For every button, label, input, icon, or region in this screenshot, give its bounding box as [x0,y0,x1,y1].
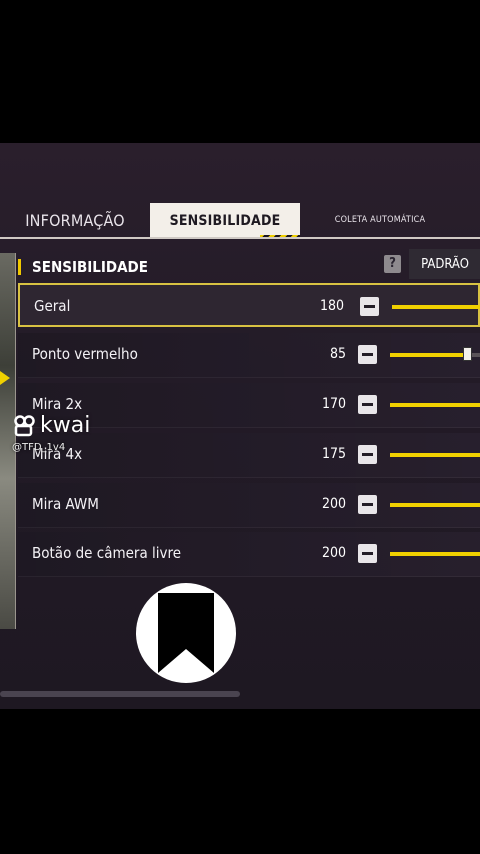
decrease-button[interactable] [360,297,379,316]
decrease-button[interactable] [358,544,377,563]
horizontal-scrollbar[interactable] [0,691,240,697]
section-header: SENSIBILIDADE ? PADRÃO [18,249,480,281]
help-icon[interactable]: ? [384,255,401,273]
row-label: Geral [34,297,71,315]
row-value: 85 [329,346,346,362]
tab-coleta-automatica[interactable]: COLETA AUTOMÁTICA [310,203,450,237]
row-value: 200 [321,545,346,561]
row-label: Mira AWM [32,495,99,513]
sensitivity-row-mira-4x[interactable]: Mira 4x 175 [18,433,480,478]
sensitivity-row-ponto-vermelho[interactable]: Ponto vermelho 85 [18,333,480,378]
decrease-button[interactable] [358,445,377,464]
slider-fill [390,552,480,556]
slider-thumb[interactable] [462,347,472,361]
sensitivity-slider[interactable] [392,305,480,309]
sensitivity-slider[interactable] [390,403,480,407]
watermark-handle: @TFD_1v4 [12,442,66,453]
tab-informacao[interactable]: INFORMAÇÃO [0,203,150,237]
section-marker [18,259,21,275]
tab-underline [0,237,480,239]
arrow-icon [0,371,10,385]
watermark-logo: kwai [14,413,90,438]
decrease-button[interactable] [358,395,377,414]
slider-fill [390,503,480,507]
sensitivity-slider[interactable] [390,347,480,361]
save-bookmark-button[interactable] [136,583,236,683]
sensitivity-slider[interactable] [390,503,480,507]
sensitivity-slider[interactable] [390,453,480,457]
default-button[interactable]: PADRÃO [409,249,480,279]
row-label: Ponto vermelho [32,345,138,363]
row-value: 200 [321,496,346,512]
decrease-button[interactable] [358,495,377,514]
slider-fill [390,453,480,457]
sensitivity-row-mira-awm[interactable]: Mira AWM 200 [18,483,480,528]
sensitivity-row-camera-livre[interactable]: Botão de câmera livre 200 [18,532,480,577]
section-title: SENSIBILIDADE [32,258,148,276]
weapon-preview-strip [0,253,16,629]
kwai-logo-icon [14,414,35,436]
decrease-button[interactable] [358,345,377,364]
row-label: Botão de câmera livre [32,544,182,562]
row-value: 180 [319,298,344,314]
slider-fill [390,353,467,357]
bookmark-icon [158,593,214,673]
row-value: 175 [321,446,346,462]
sensitivity-row-geral[interactable]: Geral 180 [18,283,480,327]
slider-fill [392,305,480,309]
row-value: 170 [321,396,346,412]
row-label: Mira 2x [32,395,83,413]
slider-fill [390,403,480,407]
tab-bar: INFORMAÇÃO SENSIBILIDADE COLETA AUTOMÁTI… [0,203,480,239]
tab-sensibilidade[interactable]: SENSIBILIDADE [150,203,300,239]
sensitivity-slider[interactable] [390,552,480,556]
watermark-brand: kwai [40,413,91,438]
